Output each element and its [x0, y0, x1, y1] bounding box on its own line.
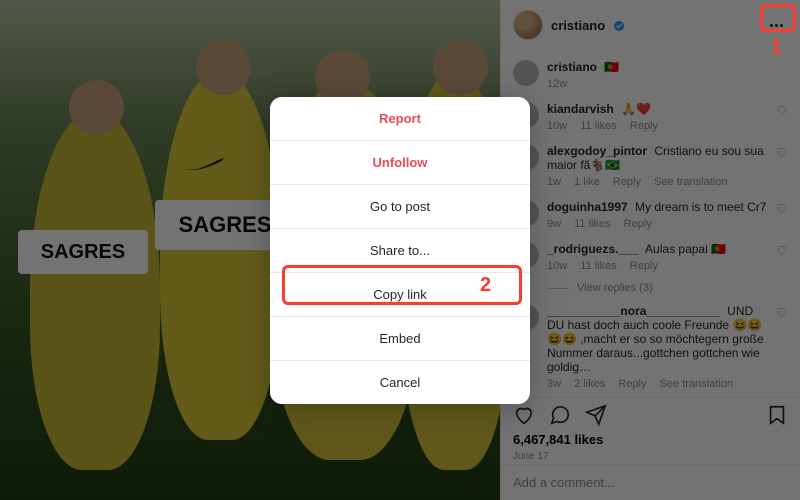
menu-go-to-post[interactable]: Go to post — [270, 185, 530, 229]
menu-share-to[interactable]: Share to... — [270, 229, 530, 273]
menu-unfollow[interactable]: Unfollow — [270, 141, 530, 185]
menu-report[interactable]: Report — [270, 97, 530, 141]
modal-scrim[interactable]: Report Unfollow Go to post Share to... C… — [0, 0, 800, 500]
annotation-label-1: 1 — [771, 36, 782, 59]
menu-embed[interactable]: Embed — [270, 317, 530, 361]
menu-cancel[interactable]: Cancel — [270, 361, 530, 404]
options-menu: Report Unfollow Go to post Share to... C… — [270, 97, 530, 404]
annotation-label-2: 2 — [480, 274, 491, 297]
